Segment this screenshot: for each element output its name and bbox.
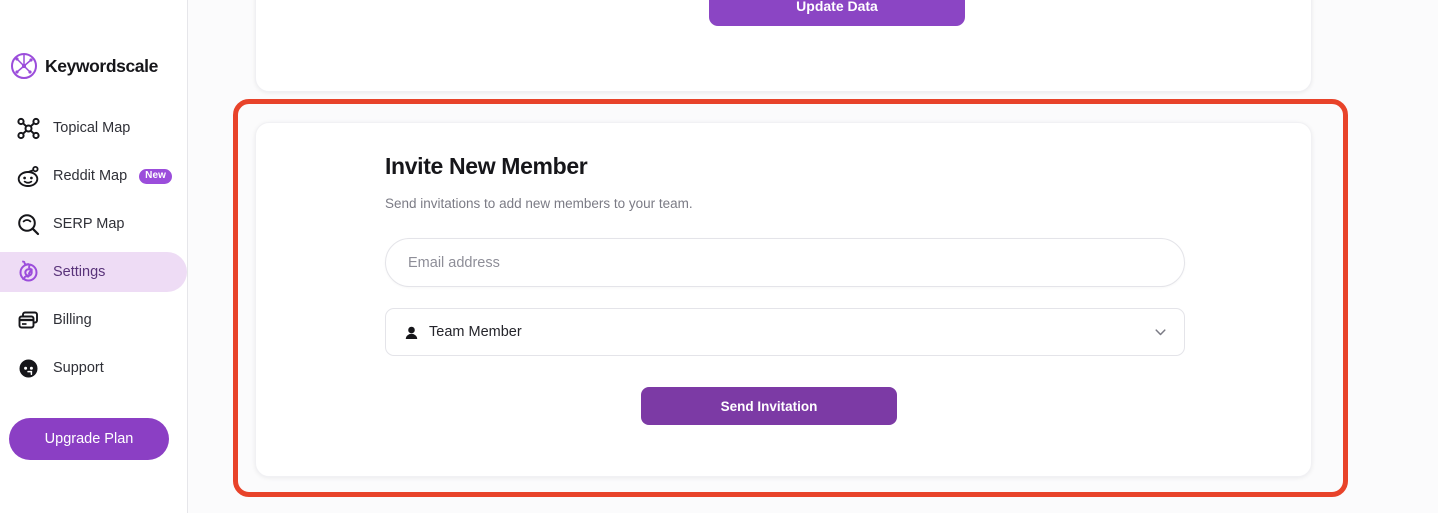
reddit-icon [16, 164, 41, 189]
credit-card-icon [16, 308, 41, 333]
sidebar-item-label: Reddit Map [53, 168, 128, 184]
sidebar-item-label: SERP Map [53, 216, 125, 232]
sidebar-item-topical-map[interactable]: Topical Map [0, 108, 187, 148]
sidebar-item-billing[interactable]: Billing [0, 300, 187, 340]
brand[interactable]: Keywordscale [10, 52, 158, 80]
sidebar-item-support[interactable]: Support [0, 348, 187, 388]
invite-form: Invite New Member Send invitations to ad… [385, 153, 1185, 356]
invite-new-member-card: Invite New Member Send invitations to ad… [255, 122, 1312, 477]
sidebar-item-reddit-map[interactable]: Reddit Map New [0, 156, 187, 196]
headset-face-icon [16, 356, 41, 381]
network-globe-icon [10, 52, 38, 80]
topical-map-icon [16, 116, 41, 141]
email-field[interactable] [385, 238, 1185, 287]
search-icon [16, 212, 41, 237]
send-invitation-button[interactable]: Send Invitation [641, 387, 897, 425]
top-card: Update Data [255, 0, 1312, 92]
status-badge: New [139, 168, 173, 184]
sidebar-item-settings[interactable]: Settings [0, 252, 187, 292]
sidebar-item-label: Topical Map [53, 120, 131, 136]
main-content: Update Data Invite New Member Send invit… [188, 0, 1438, 513]
app-root: Keywordscale Topical Map Reddit Map New … [0, 0, 1438, 513]
upgrade-plan-container: Upgrade Plan [9, 418, 169, 460]
sidebar-item-label: Support [53, 360, 104, 376]
upgrade-plan-button[interactable]: Upgrade Plan [9, 418, 169, 460]
update-data-button[interactable]: Update Data [709, 0, 965, 26]
invite-subtitle: Send invitations to add new members to y… [385, 196, 693, 211]
gear-icon [16, 259, 41, 285]
sidebar-item-label: Settings [53, 264, 106, 280]
sidebar-item-label: Billing [53, 312, 92, 328]
sidebar: Keywordscale Topical Map Reddit Map New … [0, 0, 188, 513]
role-select[interactable]: Team Member [385, 308, 1185, 356]
sidebar-item-serp-map[interactable]: SERP Map [0, 204, 187, 244]
person-icon [404, 325, 419, 340]
sidebar-nav: Topical Map Reddit Map New SERP Map Sett… [0, 108, 187, 396]
role-select-value: Team Member [429, 324, 522, 340]
brand-name: Keywordscale [45, 55, 158, 76]
page-title: Invite New Member [385, 153, 588, 179]
chevron-down-icon [1153, 325, 1168, 340]
